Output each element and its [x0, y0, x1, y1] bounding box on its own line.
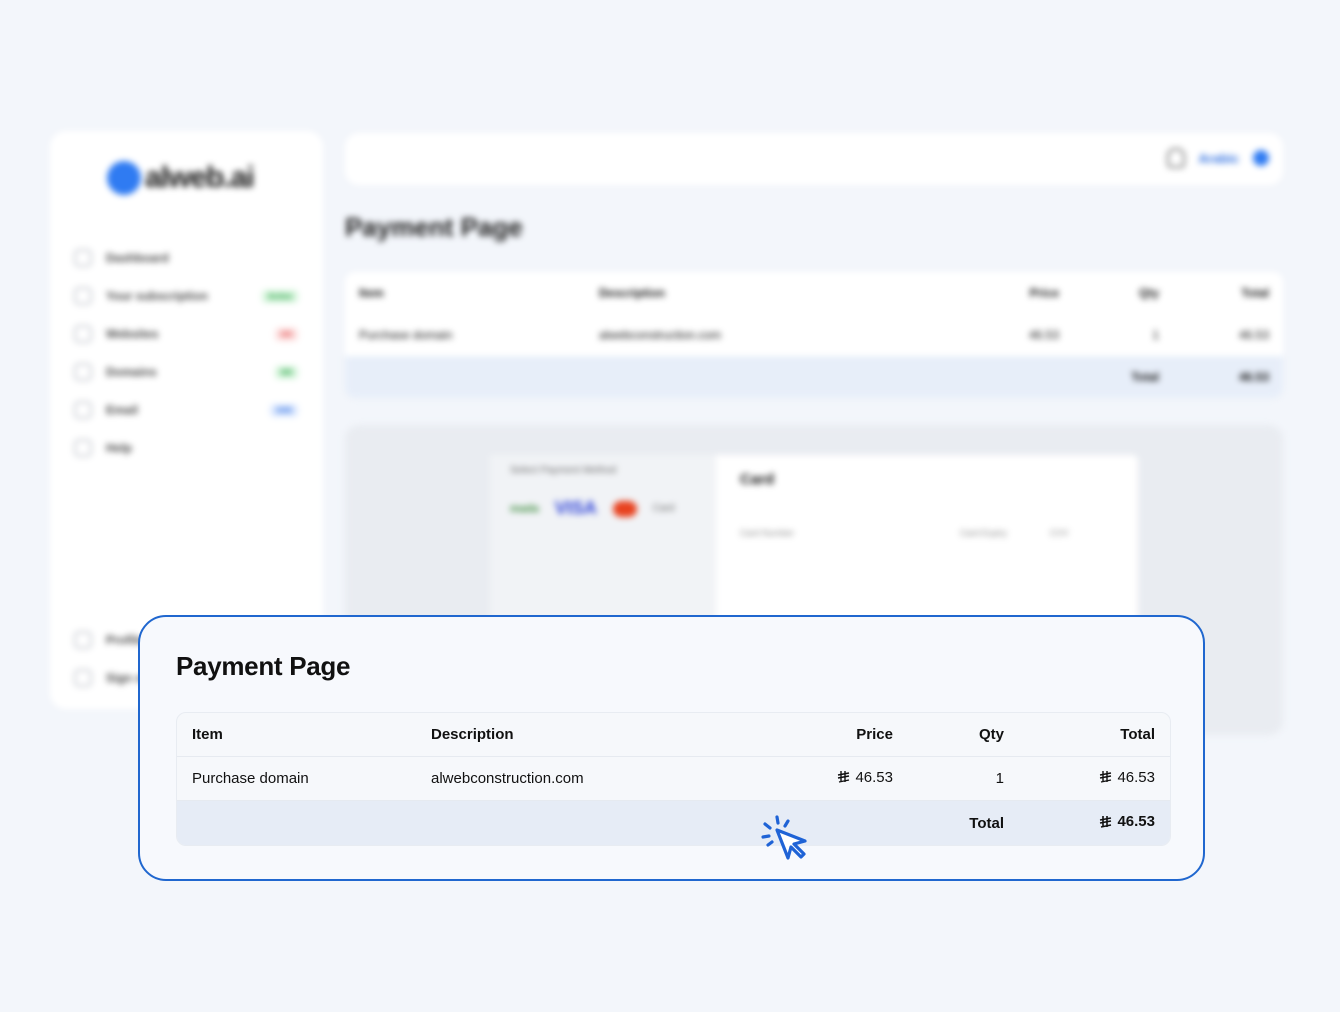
count-badge: 0/00 — [270, 403, 298, 417]
column-header: Qty — [1138, 286, 1159, 300]
home-icon — [74, 249, 92, 267]
mastercard-icon[interactable] — [612, 500, 637, 517]
cell-qty: 1 — [1152, 328, 1159, 342]
logout-icon — [74, 669, 92, 687]
click-cursor-icon — [761, 815, 807, 860]
column-header-price: Price — [856, 726, 893, 743]
card-field-labels: Card Number Card Expiry CVV — [740, 528, 1114, 538]
help-icon — [74, 439, 92, 457]
cell-qty: 1 — [995, 770, 1004, 787]
table-row: Purchase domain alwebconstruction.com 46… — [177, 757, 1170, 801]
sidebar-item-websites[interactable]: Websites 0/0 — [74, 315, 298, 353]
saudi-riyal-icon — [1100, 815, 1112, 828]
website-icon — [74, 325, 92, 343]
grand-total-amount: 46.53 — [1099, 813, 1155, 830]
mail-icon — [74, 401, 92, 419]
table-header-row: Item Description Price Qty Total — [177, 713, 1170, 757]
column-header: Description — [599, 286, 666, 300]
sidebar-item-domains[interactable]: Domains 0/0 — [74, 353, 298, 391]
status-badge: Active — [261, 289, 298, 303]
payment-methods: mada VISA Card — [510, 498, 696, 519]
cell-price: 46.53 — [801, 769, 893, 789]
card-expiry-label: Card Expiry — [960, 528, 1008, 538]
count-badge: 0/0 — [274, 365, 298, 379]
background-order-table: Item Description Price Qty Total Purchas… — [345, 272, 1283, 398]
user-icon — [74, 631, 92, 649]
top-bar: Arabic — [345, 133, 1283, 185]
price-value: 46.53 — [855, 768, 893, 786]
payment-method-label: Select Payment Method — [510, 465, 617, 476]
page-title: Payment Page — [176, 651, 351, 681]
logo-text: alweb.ai — [145, 161, 255, 194]
column-header: Total — [1241, 286, 1269, 300]
total-label: Total — [969, 814, 1004, 832]
table-header-row: Item Description Price Qty Total — [345, 272, 1283, 314]
count-badge: 0/0 — [274, 327, 298, 341]
total-label: Total — [1131, 370, 1159, 384]
language-switch[interactable]: Arabic — [1199, 151, 1239, 166]
table-row: Purchase domain alwebconstruction.com 46… — [345, 314, 1283, 356]
calendar-icon — [74, 287, 92, 305]
sidebar-item-label: Email — [106, 403, 139, 417]
table-total-row: Total 46.53 — [345, 356, 1283, 398]
logo: alweb.ai — [107, 161, 255, 195]
sidebar-item-label: Your subscription — [106, 289, 208, 303]
column-header: Price — [1029, 286, 1059, 300]
sidebar-item-help[interactable]: Help — [74, 429, 298, 467]
stage: alweb.ai Dashboard Your subscription Act… — [0, 0, 1340, 1012]
cell-item: Purchase domain — [359, 328, 453, 342]
mada-option[interactable]: mada — [510, 503, 539, 515]
payment-summary-card: Payment Page Item Description Price Qty … — [138, 615, 1205, 881]
logo-mark-icon — [107, 161, 141, 195]
grand-total-value: 46.53 — [1117, 813, 1155, 831]
card-form-title: Card — [740, 471, 775, 488]
language-flag-icon — [1253, 150, 1269, 166]
visa-option[interactable]: VISA — [555, 498, 597, 519]
bell-icon[interactable] — [1166, 148, 1185, 168]
cvv-label: CVV — [1050, 528, 1069, 538]
column-header-item: Item — [192, 726, 223, 743]
cell-description: alwebconstruction.com — [599, 328, 722, 342]
column-header-total: Total — [1120, 726, 1155, 743]
line-total-amount: 46.53 — [1099, 769, 1155, 786]
column-header-qty: Qty — [978, 726, 1004, 743]
sidebar-item-label: Websites — [106, 327, 159, 341]
top-bar-actions: Arabic — [1166, 148, 1269, 168]
card-option[interactable]: Card — [653, 503, 675, 514]
sidebar-item-subscription[interactable]: Your subscription Active — [74, 277, 298, 315]
sidebar-nav: Dashboard Your subscription Active Websi… — [74, 239, 298, 467]
cell-item: Purchase domain — [192, 770, 309, 787]
line-total-value: 46.53 — [1117, 768, 1155, 786]
saudi-riyal-icon — [1100, 771, 1112, 783]
column-header: Item — [359, 286, 384, 300]
column-header-description: Description — [431, 726, 514, 743]
page-title: Payment Page — [345, 212, 523, 242]
cell-description: alwebconstruction.com — [431, 770, 584, 787]
grand-total: 46.53 — [1004, 813, 1155, 833]
sidebar-item-label: Dashboard — [106, 251, 169, 265]
price-amount: 46.53 — [837, 769, 893, 786]
saudi-riyal-icon — [838, 771, 850, 783]
sidebar-item-email[interactable]: Email 0/00 — [74, 391, 298, 429]
sidebar-item-label: Help — [106, 441, 133, 455]
total-value: 46.53 — [1238, 370, 1269, 384]
globe-icon — [74, 363, 92, 381]
order-table: Item Description Price Qty Total Purchas… — [176, 712, 1171, 846]
cell-total: 46.53 — [1238, 328, 1269, 342]
table-total-row: Total 46.53 — [177, 801, 1170, 845]
cell-total: 46.53 — [1004, 769, 1155, 789]
cell-price: 46.53 — [1028, 328, 1059, 342]
card-number-label: Card Number — [740, 528, 795, 538]
sidebar-item-label: Domains — [106, 365, 157, 379]
sidebar-item-dashboard[interactable]: Dashboard — [74, 239, 298, 277]
